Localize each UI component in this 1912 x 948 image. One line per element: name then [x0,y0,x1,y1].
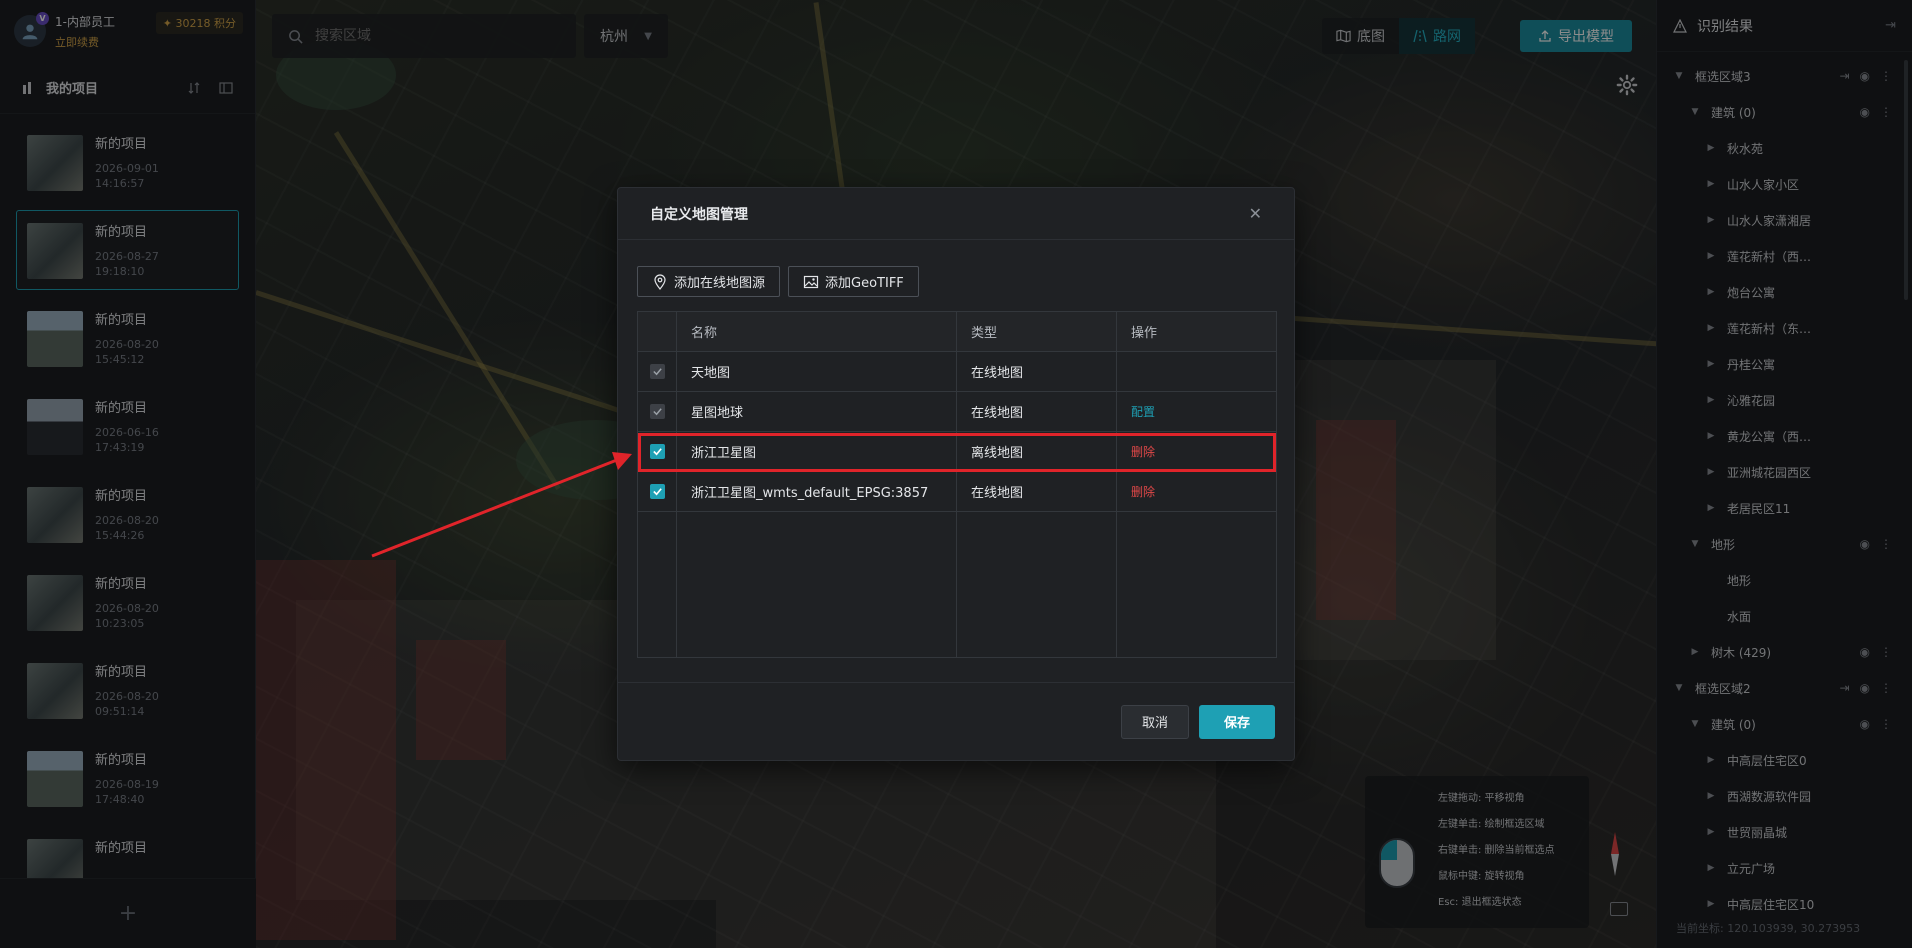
close-icon[interactable]: ✕ [1249,204,1262,223]
column-name: 名称 [676,311,957,352]
row-checkbox-cell [637,351,677,392]
row-checkbox-cell [637,391,677,432]
row-checkbox[interactable] [649,364,665,379]
configure-link[interactable]: 配置 [1131,405,1155,419]
column-ops: 操作 [1116,311,1277,352]
delete-link[interactable]: 删除 [1131,485,1155,499]
custom-map-dialog: 自定义地图管理 ✕ 添加在线地图源 添加GeoTIFF 名称 类型 操作 天地图… [617,187,1295,761]
row-checkbox[interactable] [649,484,665,499]
table-header-row: 名称 类型 操作 [637,311,1277,352]
map-source-table: 名称 类型 操作 天地图 在线地图 星图地球 在线地图 配置 浙江卫星图 离线地图 删除 浙江卫… [637,311,1277,658]
row-actions [1116,351,1277,392]
cancel-button[interactable]: 取消 [1121,704,1189,739]
map-source-type: 在线地图 [956,351,1117,392]
header-checkbox-cell [637,311,677,352]
image-icon [803,275,819,288]
map-source-type: 在线地图 [956,391,1117,432]
map-source-name: 天地图 [676,351,957,392]
location-pin-icon [654,273,666,290]
add-geotiff-button[interactable]: 添加GeoTIFF [788,266,919,297]
table-row: 星图地球 在线地图 配置 [637,391,1277,432]
table-row: 浙江卫星图_wmts_default_EPSG:3857 在线地图 删除 [637,471,1277,512]
column-type: 类型 [956,311,1117,352]
empty-table-space [637,511,1277,658]
row-checkbox[interactable] [649,404,665,419]
table-row: 天地图 在线地图 [637,351,1277,392]
map-source-type: 在线地图 [956,471,1117,512]
row-checkbox-cell [637,471,677,512]
add-geotiff-label: 添加GeoTIFF [825,276,904,291]
add-online-label: 添加在线地图源 [674,276,766,291]
row-actions: 配置 [1116,391,1277,432]
map-source-name: 星图地球 [676,391,957,432]
add-online-source-button[interactable]: 添加在线地图源 [637,266,781,297]
arrow-annotation [371,452,632,558]
dialog-title: 自定义地图管理 [650,206,748,223]
save-button[interactable]: 保存 [1199,704,1275,739]
map-source-name: 浙江卫星图_wmts_default_EPSG:3857 [676,471,957,512]
highlight-annotation [638,433,1276,472]
row-actions: 删除 [1116,471,1277,512]
